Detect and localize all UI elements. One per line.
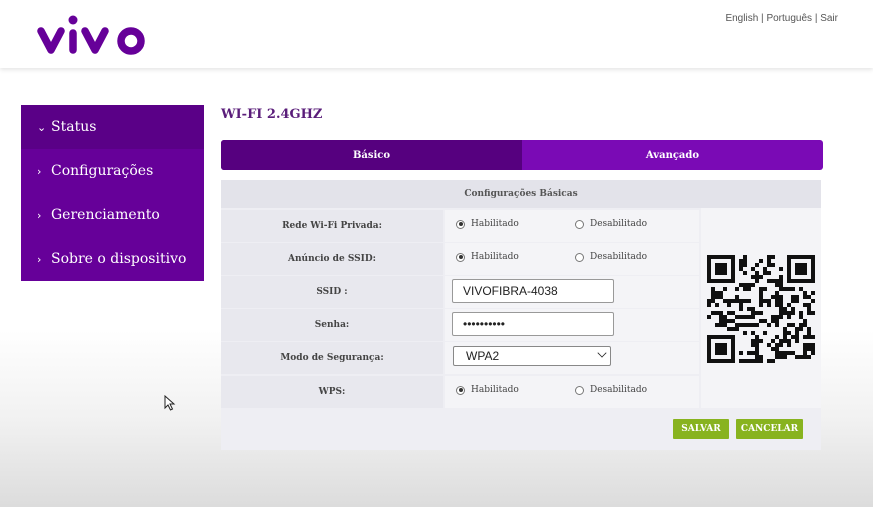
ssid-input[interactable] [452,279,614,303]
wps-disabled-radio[interactable]: Desabilitado [575,385,647,395]
sidebar-item-sobre[interactable]: › Sobre o dispositivo [21,237,204,281]
chevron-down-icon: ⌄ [37,120,47,134]
qr-code-area [701,208,821,408]
password-input[interactable] [452,312,614,336]
radio-label: Desabilitado [590,219,648,229]
row-security-mode: Modo de Segurança: WPA2 [221,342,699,374]
private-network-disabled-radio[interactable]: Desabilitado [575,219,647,229]
security-mode-cell: WPA2 [445,342,699,374]
radio-unchecked-icon [575,252,584,262]
radio-label: Habilitado [471,219,519,229]
sidebar-item-gerenciamento[interactable]: › Gerenciamento [21,193,204,237]
ssid-value-cell [445,276,699,308]
radio-label: Habilitado [471,252,519,262]
password-label: Senha: [221,309,443,341]
radio-checked-icon [456,385,465,395]
chevron-right-icon: › [37,164,42,178]
ssid-broadcast-enabled-radio[interactable]: Habilitado [456,252,519,262]
row-ssid-broadcast: Anúncio de SSID: Habilitado Desabilitado [221,243,699,275]
panel-header: Configurações Básicas [221,180,821,208]
security-mode-value: WPA2 [466,349,500,363]
tab-bar: Básico Avançado [221,140,823,170]
sidebar-item-label: Sobre o dispositivo [51,251,187,267]
cancel-button[interactable]: CANCELAR [736,419,803,439]
row-wps: WPS: Habilitado Desabilitado [221,376,699,408]
portugues-link[interactable]: Português [766,13,812,24]
security-mode-select[interactable]: WPA2 [453,346,611,366]
radio-unchecked-icon [575,385,584,395]
row-private-network: Rede Wi-Fi Privada: Habilitado Desabilit… [221,210,699,242]
radio-label: Desabilitado [590,385,648,395]
private-network-enabled-radio[interactable]: Habilitado [456,219,519,229]
ssid-broadcast-options: Habilitado Desabilitado [445,243,699,275]
top-header: English | Português | Sair [0,0,873,68]
settings-panel: Configurações Básicas Rede Wi-Fi Privada… [221,180,821,450]
sidebar-menu: ⌄ Status › Configurações › Gerenciamento… [21,105,204,281]
private-network-label: Rede Wi-Fi Privada: [221,210,443,242]
radio-label: Habilitado [471,385,519,395]
chevron-down-icon [597,348,607,358]
ssid-broadcast-label: Anúncio de SSID: [221,243,443,275]
ssid-label: SSID : [221,276,443,308]
page-title: WI-FI 2.4GHZ [221,107,323,122]
sidebar-item-label: Status [51,119,97,135]
row-ssid: SSID : [221,276,699,308]
sidebar-item-label: Configurações [51,163,154,179]
radio-label: Desabilitado [590,252,648,262]
private-network-options: Habilitado Desabilitado [445,210,699,242]
ssid-broadcast-disabled-radio[interactable]: Desabilitado [575,252,647,262]
vivo-logo[interactable] [36,12,151,62]
sidebar-item-configuracoes[interactable]: › Configurações [21,149,204,193]
link-separator: | [761,13,764,24]
save-button[interactable]: SALVAR [673,419,729,439]
radio-checked-icon [456,252,465,262]
tab-avancado[interactable]: Avançado [522,140,823,170]
password-value-cell [445,309,699,341]
chevron-right-icon: › [37,208,42,222]
chevron-right-icon: › [37,252,42,266]
security-mode-label: Modo de Segurança: [221,342,443,374]
radio-checked-icon [456,219,465,229]
link-separator: | [814,13,818,24]
wps-label: WPS: [221,376,443,408]
tab-basico[interactable]: Básico [221,140,522,170]
wps-enabled-radio[interactable]: Habilitado [456,385,519,395]
mouse-cursor-icon [164,395,176,411]
wps-options: Habilitado Desabilitado [445,376,699,408]
english-link[interactable]: English [725,13,758,24]
sidebar-item-label: Gerenciamento [51,207,160,223]
logout-link[interactable]: Sair [820,13,838,24]
qr-code [707,255,815,363]
sidebar-item-status[interactable]: ⌄ Status [21,105,204,149]
radio-unchecked-icon [575,219,584,229]
language-links: English | Português | Sair [725,13,838,24]
row-password: Senha: [221,309,699,341]
